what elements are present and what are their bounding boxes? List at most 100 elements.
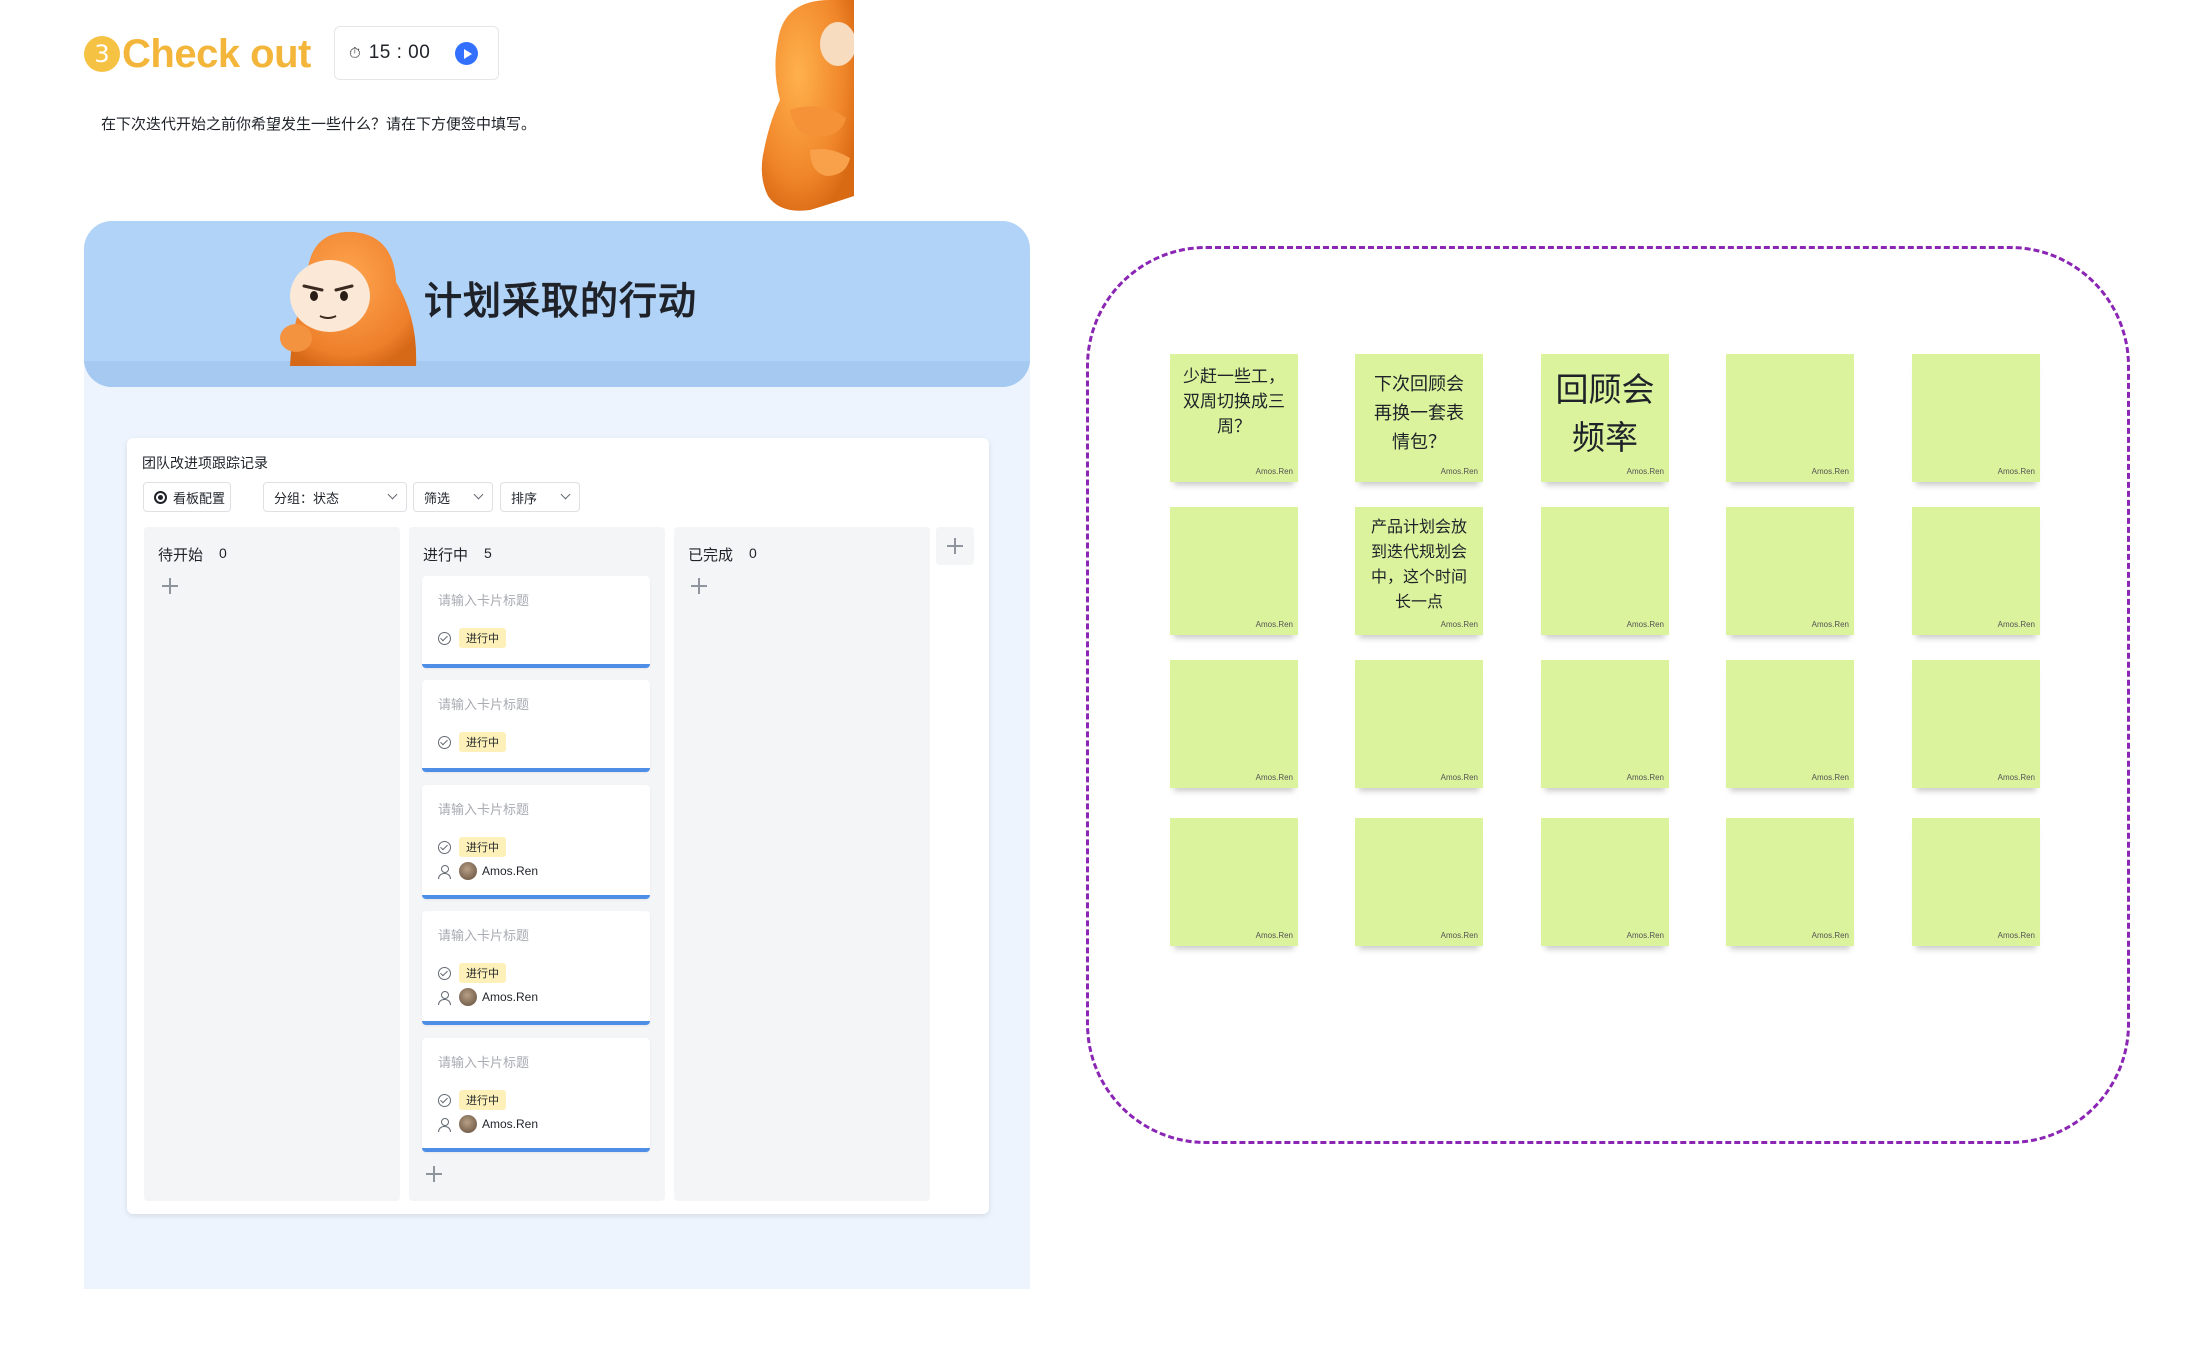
sticky-author: Amos.Ren (1626, 620, 1664, 629)
kanban-card[interactable]: 请输入卡片标题 进行中 Amos.Ren (422, 1038, 650, 1152)
card-assignee: Amos.Ren (438, 1114, 538, 1134)
sticky-note[interactable]: Amos.Ren (1912, 354, 2040, 482)
sticky-author: Amos.Ren (1626, 773, 1664, 782)
kanban-card[interactable]: 请输入卡片标题 进行中 (422, 576, 650, 668)
sticky-author: Amos.Ren (1811, 773, 1849, 782)
column-title: 待开始 (158, 547, 204, 564)
group-by-select[interactable]: 分组：状态 (263, 482, 407, 512)
timer-value: 15 : 00 (368, 42, 431, 63)
column-done (674, 527, 930, 1201)
sticky-note[interactable]: Amos.Ren (1541, 660, 1669, 788)
card-title-placeholder: 请输入卡片标题 (438, 697, 530, 712)
sticky-note[interactable]: Amos.Ren (1170, 818, 1298, 946)
sticky-author: Amos.Ren (1255, 931, 1293, 940)
sticky-note[interactable]: Amos.Ren (1355, 660, 1483, 788)
column-count: 0 (749, 545, 757, 561)
person-icon (438, 990, 451, 1005)
add-card-icon[interactable] (425, 1165, 443, 1183)
mascot-sticker (761, 0, 854, 211)
sticky-text: 产品计划会放到迭代规划会中，这个时间长一点 (1370, 519, 1467, 611)
sticky-note[interactable]: Amos.Ren (1726, 354, 1854, 482)
sticky-note[interactable]: Amos.Ren (1726, 660, 1854, 788)
card-status: 进行中 (438, 837, 506, 857)
sticky-author: Amos.Ren (1255, 467, 1293, 476)
card-status: 进行中 (438, 732, 506, 752)
sticky-note[interactable]: Amos.Ren (1726, 818, 1854, 946)
chevron-down-icon (387, 489, 398, 500)
column-title: 进行中 (423, 547, 469, 564)
sticky-note[interactable]: 回顾会频率 Amos.Ren (1541, 354, 1669, 482)
banner-title: 计划采取的行动 (424, 281, 698, 323)
status-badge: 进行中 (459, 732, 506, 752)
sticky-text: 回顾会频率 (1555, 371, 1655, 456)
status-check-icon (438, 840, 451, 854)
sticky-author: Amos.Ren (1626, 467, 1664, 476)
status-check-icon (438, 735, 451, 749)
sticky-note[interactable]: Amos.Ren (1912, 818, 2040, 946)
sticky-author: Amos.Ren (1811, 467, 1849, 476)
sticky-author: Amos.Ren (1997, 620, 2035, 629)
add-card-icon[interactable] (690, 577, 708, 595)
gear-icon (154, 490, 167, 504)
board-config-label: 看板配置 (173, 490, 226, 506)
status-check-icon (438, 1093, 451, 1107)
page-title: Check out (122, 31, 311, 76)
sticky-author: Amos.Ren (1440, 467, 1478, 476)
sticky-author: Amos.Ren (1997, 931, 2035, 940)
status-badge: 进行中 (459, 963, 506, 983)
step-number-badge: 3 (84, 36, 120, 72)
avatar (459, 988, 477, 1006)
countdown-timer[interactable]: ⏱ 15 : 00 (334, 26, 499, 80)
kanban-card[interactable]: 请输入卡片标题 进行中 Amos.Ren (422, 911, 650, 1025)
sticky-note[interactable]: Amos.Ren (1726, 507, 1854, 635)
status-check-icon (438, 966, 451, 980)
sticky-note[interactable]: Amos.Ren (1541, 507, 1669, 635)
sticky-note[interactable]: Amos.Ren (1170, 660, 1298, 788)
board-title: 团队改进项跟踪记录 (142, 455, 268, 471)
add-column-button[interactable] (936, 527, 974, 565)
card-assignee: Amos.Ren (438, 987, 538, 1007)
assignee-name: Amos.Ren (482, 990, 539, 1004)
status-badge: 进行中 (459, 628, 506, 648)
group-by-label: 分组：状态 (274, 490, 340, 506)
mascot-banner-sticker (280, 231, 417, 366)
card-assignee: Amos.Ren (438, 861, 538, 881)
status-check-icon (438, 631, 451, 645)
column-count: 5 (484, 545, 492, 561)
card-title-placeholder: 请输入卡片标题 (438, 593, 530, 608)
sticky-note[interactable]: 产品计划会放到迭代规划会中，这个时间长一点 Amos.Ren (1355, 507, 1483, 635)
column-todo (144, 527, 400, 1201)
card-status: 进行中 (438, 963, 506, 983)
column-title: 已完成 (688, 547, 734, 564)
sticky-note[interactable]: Amos.Ren (1355, 818, 1483, 946)
sticky-note[interactable]: Amos.Ren (1541, 818, 1669, 946)
card-status: 进行中 (438, 628, 506, 648)
filter-select[interactable]: 筛选 (413, 482, 493, 512)
sticky-note[interactable]: 少赶一些工，双周切换成三周？ Amos.Ren (1170, 354, 1298, 482)
play-icon[interactable] (455, 42, 478, 65)
sticky-note[interactable]: Amos.Ren (1912, 507, 2040, 635)
sticky-author: Amos.Ren (1811, 931, 1849, 940)
sort-select[interactable]: 排序 (500, 482, 580, 512)
sticky-author: Amos.Ren (1997, 773, 2035, 782)
instruction-text: 在下次迭代开始之前你希望发生一些什么？请在下方便签中填写。 (101, 116, 537, 133)
sticky-author: Amos.Ren (1255, 773, 1293, 782)
sticky-author: Amos.Ren (1626, 931, 1664, 940)
sticky-author: Amos.Ren (1811, 620, 1849, 629)
sticky-note[interactable]: 下次回顾会再换一套表情包？ Amos.Ren (1355, 354, 1483, 482)
kanban-card[interactable]: 请输入卡片标题 进行中 Amos.Ren (422, 785, 650, 899)
person-icon (438, 1117, 451, 1132)
sticky-note[interactable]: Amos.Ren (1912, 660, 2040, 788)
assignee-name: Amos.Ren (482, 1117, 539, 1131)
sticky-author: Amos.Ren (1440, 931, 1478, 940)
card-title-placeholder: 请输入卡片标题 (438, 802, 530, 817)
stopwatch-icon: ⏱ (349, 44, 361, 62)
status-badge: 进行中 (459, 837, 506, 857)
status-badge: 进行中 (459, 1090, 506, 1110)
kanban-card[interactable]: 请输入卡片标题 进行中 (422, 680, 650, 772)
sticky-text: 少赶一些工，双周切换成三周？ (1183, 367, 1285, 436)
board-config-button[interactable]: 看板配置 (143, 482, 231, 512)
sticky-note[interactable]: Amos.Ren (1170, 507, 1298, 635)
assignee-name: Amos.Ren (482, 864, 539, 878)
add-card-icon[interactable] (161, 577, 179, 595)
